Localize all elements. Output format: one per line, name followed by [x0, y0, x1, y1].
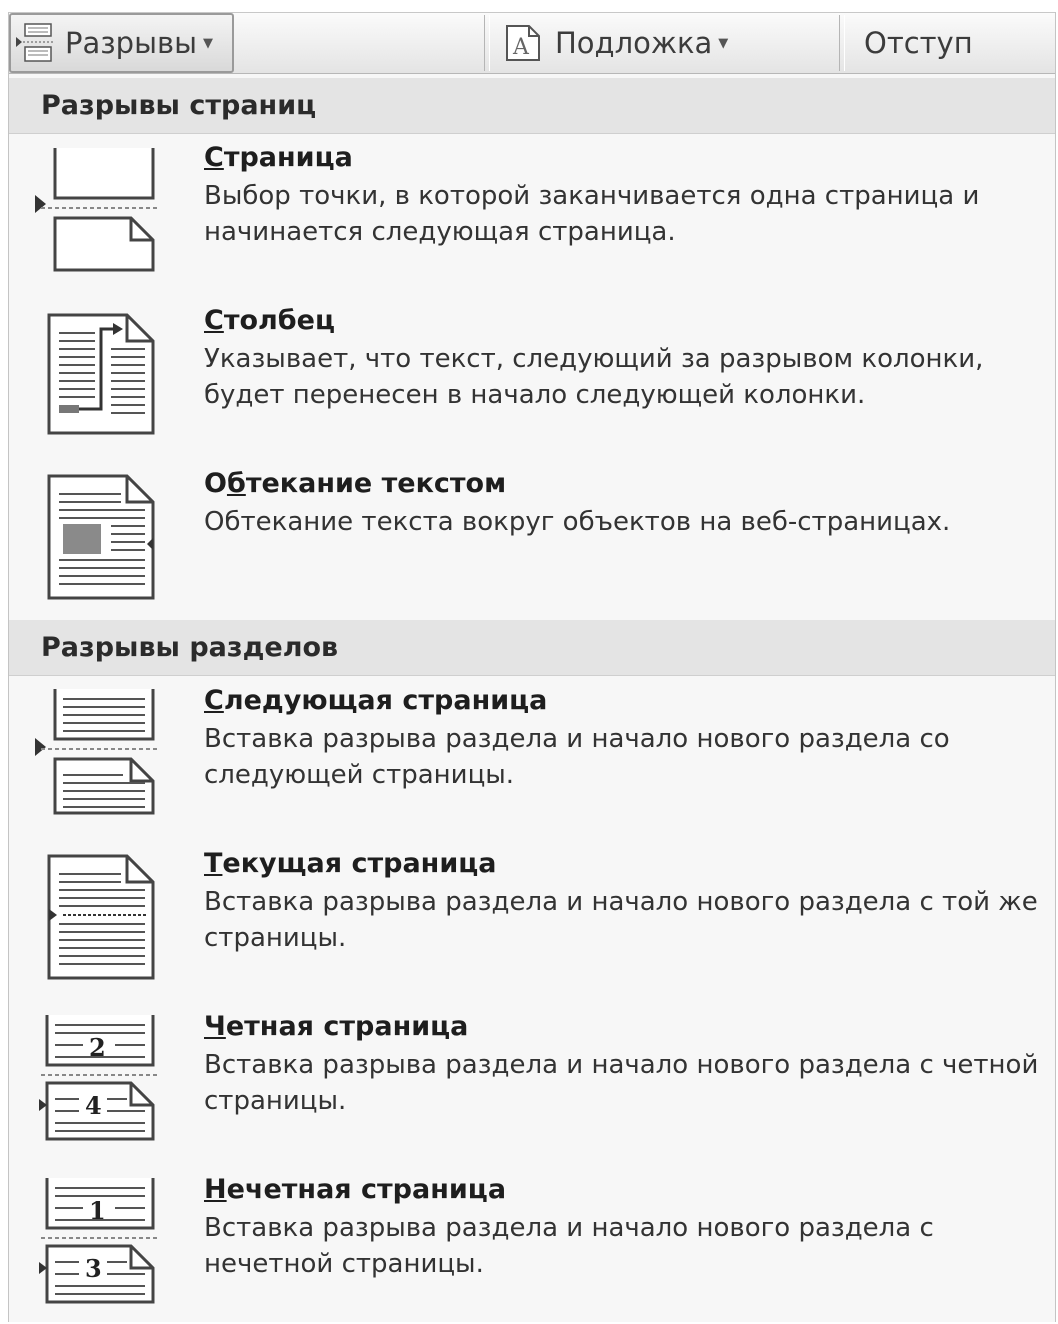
- access-key: Ч: [204, 1011, 226, 1042]
- access-key: б: [226, 468, 246, 499]
- page-breaks-header: Разрывы страниц: [9, 78, 1055, 134]
- menu-item-description: Обтекание текста вокруг объектов на веб-…: [204, 507, 951, 537]
- title-text: траница: [223, 142, 353, 173]
- odd-page-break-icon: 1 3: [27, 1174, 167, 1313]
- menu-item-title: Текущая страница: [204, 848, 496, 879]
- access-key: Т: [204, 848, 223, 879]
- breaks-button-label: Разрывы: [65, 26, 197, 60]
- title-text: екущая страница: [222, 848, 497, 879]
- title-text: О: [204, 468, 227, 499]
- breaks-button[interactable]: Разрывы ▼: [9, 13, 234, 73]
- menu-item-description: Вставка разрыва раздела и начало нового …: [204, 724, 950, 790]
- menu-item-description: Вставка разрыва раздела и начало нового …: [204, 1050, 1039, 1116]
- access-key: С: [204, 142, 224, 173]
- menu-item-description: Вставка разрыва раздела и начало нового …: [204, 1213, 934, 1279]
- even-page-break-icon: 2 4: [27, 1011, 167, 1150]
- odd-page-number: 3: [85, 1254, 102, 1283]
- breaks-icon: [15, 23, 65, 63]
- svg-text:A: A: [512, 35, 530, 60]
- menu-item-title: Нечетная страница: [204, 1174, 506, 1205]
- ribbon-bar: Разрывы ▼ A Подложка ▼ Отступ: [9, 12, 1055, 74]
- title-text: ледующая страница: [223, 685, 548, 716]
- watermark-button-label: Подложка: [555, 26, 713, 60]
- title-text: етная страница: [225, 1011, 469, 1042]
- menu-item-page[interactable]: Страница Выбор точки, в которой заканчив…: [9, 142, 1055, 302]
- chevron-down-icon: ▼: [718, 35, 729, 51]
- title-text: ечетная страница: [226, 1174, 507, 1205]
- indent-label: Отступ: [864, 26, 973, 60]
- indent-group-label: Отступ: [864, 13, 973, 73]
- page-break-icon: [27, 142, 167, 281]
- title-text: толбец: [223, 305, 335, 336]
- breaks-dropdown-menu: Разрывы ▼ A Подложка ▼ Отступ Разрывы ст…: [8, 12, 1056, 1322]
- text-wrapping-icon: [27, 468, 167, 607]
- even-page-number: 4: [85, 1091, 102, 1120]
- section-breaks-header: Разрывы разделов: [9, 620, 1055, 676]
- continuous-break-icon: [27, 848, 167, 987]
- menu-item-title: Страница: [204, 142, 353, 173]
- menu-item-description: Указывает, что текст, следующий за разры…: [204, 344, 984, 410]
- access-key: С: [204, 305, 224, 336]
- menu-item-title: Следующая страница: [204, 685, 547, 716]
- column-break-icon: [27, 305, 167, 444]
- menu-item-description: Выбор точки, в которой заканчивается одн…: [204, 181, 980, 247]
- watermark-button[interactable]: A Подложка ▼: [501, 13, 831, 73]
- next-page-break-icon: [27, 685, 167, 824]
- even-page-number: 2: [89, 1033, 106, 1062]
- menu-item-title: Обтекание текстом: [204, 468, 506, 499]
- access-key: С: [204, 685, 224, 716]
- chevron-down-icon: ▼: [202, 35, 213, 51]
- menu-item-continuous[interactable]: Текущая страница Вставка разрыва раздела…: [9, 848, 1055, 1008]
- access-key: Н: [204, 1174, 227, 1205]
- menu-item-title: Четная страница: [204, 1011, 468, 1042]
- menu-item-title: Столбец: [204, 305, 335, 336]
- ribbon-separator: [484, 15, 490, 71]
- watermark-icon: A: [505, 24, 541, 62]
- ribbon-separator: [839, 15, 845, 71]
- menu-item-text-wrapping[interactable]: Обтекание текстом Обтекание текста вокру…: [9, 468, 1055, 628]
- menu-item-next-page[interactable]: Следующая страница Вставка разрыва разде…: [9, 685, 1055, 845]
- menu-item-odd-page[interactable]: 1 3 Нечетная страница Вставка разрыва ра…: [9, 1174, 1055, 1322]
- menu-item-even-page[interactable]: 2 4 Четная страница Вставка разрыва разд…: [9, 1011, 1055, 1171]
- menu-item-column[interactable]: Столбец Указывает, что текст, следующий …: [9, 305, 1055, 465]
- title-text: текание текстом: [245, 468, 507, 499]
- menu-item-description: Вставка разрыва раздела и начало нового …: [204, 887, 1038, 953]
- odd-page-number: 1: [89, 1196, 106, 1225]
